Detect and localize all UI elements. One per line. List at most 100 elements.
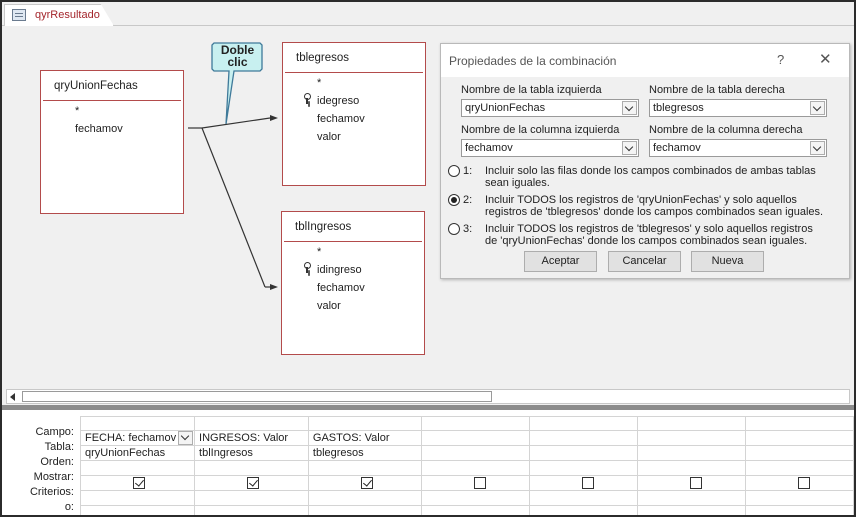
campo-cell-6[interactable] (636, 430, 746, 446)
campo-cell-5[interactable] (528, 430, 638, 446)
double-click-callout: Doble clic (220, 43, 255, 69)
table-tblIngresos[interactable]: tblIngresos * idingreso fechamov valor (281, 211, 425, 355)
field-asterisk[interactable]: * (317, 77, 321, 89)
chevron-down-icon[interactable] (622, 101, 637, 115)
criterios-cell-1[interactable] (79, 490, 196, 506)
criterios-cell-5[interactable] (528, 490, 638, 506)
tabla-cell-1[interactable]: qryUnionFechas (79, 445, 196, 461)
orden-cell-5[interactable] (528, 460, 638, 476)
mostrar-cell-6 (636, 475, 746, 491)
mostrar-cell-1 (79, 475, 196, 491)
tabla-cell-5[interactable] (528, 445, 638, 461)
row-label-mostrar: Mostrar: (33, 471, 74, 483)
help-icon[interactable]: ? (777, 52, 784, 67)
chevron-down-icon[interactable] (178, 431, 194, 445)
show-checkbox[interactable] (247, 477, 260, 489)
o-cell-7[interactable] (744, 505, 854, 515)
campo-cell-7[interactable] (744, 430, 854, 446)
option-2-radio[interactable] (448, 194, 460, 206)
criterios-cell-7[interactable] (744, 490, 854, 506)
criterios-cell-6[interactable] (636, 490, 746, 506)
right-table-combo[interactable]: tblegresos (649, 99, 827, 117)
query-grid-table: FECHA: fechamov INGRESOS: Valor GASTOS: … (79, 416, 854, 515)
tab-qyrResultado[interactable]: qyrResultado (4, 4, 114, 26)
chevron-down-icon[interactable] (810, 101, 825, 115)
option-1-radio[interactable] (448, 165, 460, 177)
grid-cell (744, 416, 854, 431)
o-cell-4[interactable] (420, 505, 530, 515)
orden-cell-1[interactable] (79, 460, 196, 476)
field-fechamov[interactable]: fechamov (75, 123, 123, 135)
campo-cell-2[interactable]: INGRESOS: Valor (194, 430, 309, 446)
o-cell-2[interactable] (194, 505, 309, 515)
grid-cell (194, 416, 309, 431)
field-idegreso[interactable]: idegreso (317, 95, 359, 107)
criterios-cell-2[interactable] (194, 490, 309, 506)
option-3-text: Incluir TODOS los registros de 'tblegres… (485, 223, 813, 247)
field-fechamov[interactable]: fechamov (317, 282, 365, 294)
cancel-button[interactable]: Cancelar (608, 251, 681, 272)
tabla-cell-7[interactable] (744, 445, 854, 461)
option-2-number: 2: (463, 194, 473, 206)
row-label-orden: Orden: (40, 456, 74, 468)
show-checkbox[interactable] (581, 477, 594, 489)
right-column-label: Nombre de la columna derecha (649, 124, 803, 136)
campo-cell-3[interactable]: GASTOS: Valor (307, 430, 422, 446)
field-idingreso[interactable]: idingreso (317, 264, 362, 276)
orden-cell-6[interactable] (636, 460, 746, 476)
chevron-down-icon[interactable] (810, 141, 825, 155)
o-cell-5[interactable] (528, 505, 638, 515)
scroll-left-icon[interactable] (10, 393, 15, 401)
orden-cell-7[interactable] (744, 460, 854, 476)
criterios-cell-4[interactable] (420, 490, 530, 506)
orden-cell-4[interactable] (420, 460, 530, 476)
tabla-cell-6[interactable] (636, 445, 746, 461)
show-checkbox[interactable] (689, 477, 702, 489)
chevron-down-icon[interactable] (622, 141, 637, 155)
join-properties-dialog: Propiedades de la combinación ? ✕ Nombre… (440, 43, 850, 279)
scroll-thumb[interactable] (22, 391, 492, 402)
show-checkbox[interactable] (797, 477, 810, 489)
grid-cell (79, 416, 196, 431)
dialog-titlebar: Propiedades de la combinación ? ✕ (441, 44, 849, 77)
field-valor[interactable]: valor (317, 131, 341, 143)
option-3-number: 3: (463, 223, 473, 235)
new-join-button[interactable]: Nueva (691, 251, 764, 272)
right-column-combo[interactable]: fechamov (649, 139, 827, 157)
option-3-radio[interactable] (448, 223, 460, 235)
table-qryUnionFechas[interactable]: qryUnionFechas * fechamov (40, 70, 184, 214)
tabla-cell-4[interactable] (420, 445, 530, 461)
tabla-cell-2[interactable]: tblIngresos (194, 445, 309, 461)
table-tblegresos[interactable]: tblegresos * idegreso fechamov valor (282, 42, 426, 186)
field-asterisk[interactable]: * (75, 105, 79, 117)
field-asterisk[interactable]: * (317, 246, 321, 258)
tabla-cell-3[interactable]: tblegresos (307, 445, 422, 461)
accept-button[interactable]: Aceptar (524, 251, 597, 272)
campo-cell-4[interactable] (420, 430, 530, 446)
grid-cell (307, 416, 422, 431)
field-valor[interactable]: valor (317, 300, 341, 312)
left-column-combo[interactable]: fechamov (461, 139, 639, 157)
criterios-cell-3[interactable] (307, 490, 422, 506)
table-title: qryUnionFechas (54, 80, 138, 92)
table-title: tblIngresos (295, 221, 352, 233)
o-cell-6[interactable] (636, 505, 746, 515)
orden-cell-2[interactable] (194, 460, 309, 476)
horizontal-scrollbar[interactable] (6, 389, 850, 404)
show-checkbox[interactable] (473, 477, 486, 489)
show-checkbox[interactable] (360, 477, 373, 489)
grid-cell (420, 416, 530, 431)
campo-cell-1[interactable]: FECHA: fechamov (79, 430, 196, 446)
option-1-number: 1: (463, 165, 473, 177)
left-table-combo[interactable]: qryUnionFechas (461, 99, 639, 117)
o-cell-3[interactable] (307, 505, 422, 515)
field-fechamov[interactable]: fechamov (317, 113, 365, 125)
o-cell-1[interactable] (79, 505, 196, 515)
orden-cell-3[interactable] (307, 460, 422, 476)
mostrar-cell-3 (307, 475, 422, 491)
row-label-campo: Campo: (35, 426, 74, 438)
close-icon[interactable]: ✕ (819, 50, 832, 68)
show-checkbox[interactable] (133, 477, 145, 489)
dialog-title: Propiedades de la combinación (449, 54, 617, 68)
table-title: tblegresos (296, 52, 350, 64)
